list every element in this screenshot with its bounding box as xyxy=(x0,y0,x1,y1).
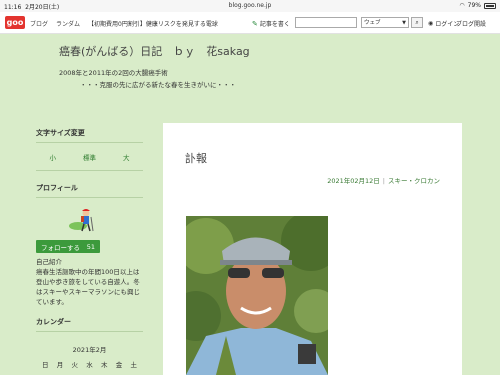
weekday: 金 xyxy=(115,361,123,369)
weekday: 土 xyxy=(130,361,138,369)
weekday: 火 xyxy=(71,361,79,369)
search-scope-select[interactable]: ウェブ ▼ xyxy=(361,17,409,28)
search-scope-value: ウェブ xyxy=(364,20,381,26)
intro-line: 癌春生活謳歌中の年間100日以上は xyxy=(36,268,140,276)
blog-open-link[interactable]: ブログ開設 xyxy=(456,19,486,28)
blog-description-line1: 2008年と2011年の2回の大腸癌手術 xyxy=(59,69,168,77)
weekday: 木 xyxy=(101,361,108,369)
intro-line: 登山や歩き旅をしている自遊人。冬 xyxy=(36,278,140,286)
fontsize-options: 小 標準 大 xyxy=(36,152,143,162)
chevron-down-icon: ▼ xyxy=(402,20,406,26)
post-meta: 2021年02月12日 | スキー・クロカン xyxy=(327,177,440,185)
nav-random-link[interactable]: ランダム xyxy=(56,19,80,28)
goo-logo[interactable]: goo xyxy=(5,16,25,29)
post-date[interactable]: 2021年02月12日 xyxy=(327,177,380,185)
avatar[interactable] xyxy=(69,207,95,233)
blog-title[interactable]: 癌春(がんばる）日記 ｂｙ 花sakag xyxy=(59,43,250,59)
user-icon: ◉ xyxy=(428,20,434,27)
sidebar: 文字サイズ変更 小 標準 大 プロフィール フォローする 51 自己紹介 癌春生… xyxy=(36,128,143,369)
search-icon: ⌕ xyxy=(415,19,419,26)
portrait-photo xyxy=(186,216,328,375)
article: 訃報 2021年02月12日 | スキー・クロカン xyxy=(163,123,462,375)
nav-promo-link[interactable]: 【初期費用0円割引】健康リスクを発見する電球 xyxy=(88,19,218,28)
post-photo[interactable] xyxy=(186,216,328,375)
intro-line: 自己紹介 xyxy=(36,258,62,266)
calendar-weekdays: 日 月 火 水 木 金 土 xyxy=(36,359,143,369)
search-button[interactable]: ⌕ xyxy=(411,17,423,28)
search-input[interactable] xyxy=(295,17,357,28)
login-link[interactable]: ◉ ログイン xyxy=(428,19,459,28)
divider xyxy=(36,170,143,171)
battery-icon xyxy=(484,2,496,9)
weekday: 月 xyxy=(56,361,64,369)
follow-label: フォローする xyxy=(41,243,80,252)
post-category[interactable]: スキー・クロカン xyxy=(388,177,440,185)
wifi-icon: ◠ xyxy=(459,2,465,9)
intro-line: ています。 xyxy=(36,298,68,306)
post-title[interactable]: 訃報 xyxy=(185,150,207,166)
goo-header: goo ブログ ランダム 【初期費用0円割引】健康リスクを発見する電球 ✎ 記事… xyxy=(0,12,500,34)
nav-blog-link[interactable]: ブログ xyxy=(30,19,48,28)
fontsize-large-link[interactable]: 大 xyxy=(123,152,130,162)
fontsize-heading: 文字サイズ変更 xyxy=(36,129,85,137)
calendar-month: 2021年2月 xyxy=(72,346,107,354)
calendar-heading: カレンダー xyxy=(36,318,71,326)
hiker-avatar-icon xyxy=(69,209,94,232)
write-article-button[interactable]: ✎ 記事を書く xyxy=(252,19,290,29)
follow-button[interactable]: フォローする 51 xyxy=(36,240,100,253)
fontsize-normal-link[interactable]: 標準 xyxy=(83,152,96,162)
address-url[interactable]: blog.goo.ne.jp xyxy=(0,2,500,9)
status-indicators: ◠ 79% xyxy=(459,2,496,9)
blog-description-line2: ・・・克服の先に広がる新たな春を生きがいに・・・ xyxy=(80,81,236,89)
goo-nav: ブログ ランダム 【初期費用0円割引】健康リスクを発見する電球 xyxy=(30,19,218,28)
weekday: 日 xyxy=(42,361,49,369)
weekday: 水 xyxy=(86,361,93,369)
status-bar: 11:16 2月20日(土) blog.goo.ne.jp ◠ 79% xyxy=(0,0,500,12)
write-article-label: 記事を書く xyxy=(259,21,290,28)
divider xyxy=(36,331,143,332)
pen-icon: ✎ xyxy=(252,19,258,28)
intro-line: はスキーやスキーマラソンにも興じ xyxy=(36,288,140,296)
battery-percent: 79% xyxy=(467,2,481,9)
follower-count: 51 xyxy=(86,242,95,251)
fontsize-small-link[interactable]: 小 xyxy=(50,152,57,162)
divider xyxy=(36,197,143,198)
profile-heading: プロフィール xyxy=(36,184,78,192)
profile-intro: 自己紹介 癌春生活謳歌中の年間100日以上は 登山や歩き旅をしている自遊人。冬 … xyxy=(36,257,143,307)
divider xyxy=(36,142,143,143)
